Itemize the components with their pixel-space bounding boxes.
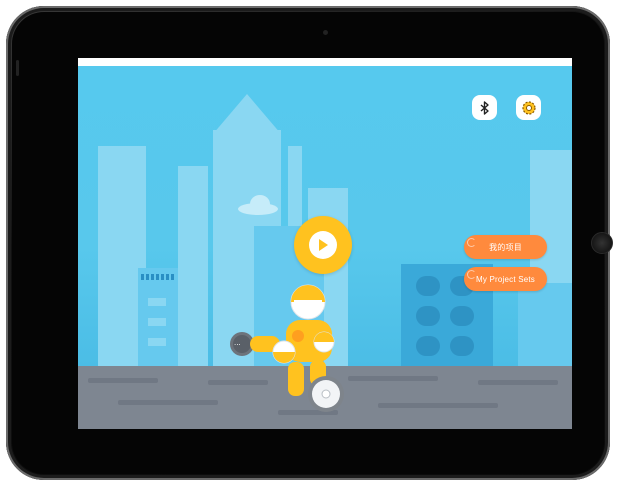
bluetooth-button[interactable] — [472, 95, 497, 120]
building-window-round — [416, 336, 440, 356]
play-icon — [319, 239, 328, 251]
bluetooth-icon — [480, 100, 489, 115]
my-project-sets-label: My Project Sets — [475, 274, 535, 284]
play-button[interactable] — [294, 216, 352, 274]
ground-stripe — [118, 400, 218, 405]
cloud — [238, 195, 278, 215]
ground-stripe — [378, 403, 498, 408]
front-camera — [323, 30, 328, 35]
button-ring-icon — [467, 270, 476, 279]
building-window-round — [450, 306, 474, 326]
building-window — [148, 298, 166, 306]
building-window-round — [450, 336, 474, 356]
app-screen: 我的项目 My Project Sets ... — [78, 58, 572, 429]
building-far — [178, 166, 208, 366]
button-ring-icon — [467, 238, 476, 247]
robot-handle-dots: ... — [234, 338, 241, 347]
my-projects-label: 我的项目 — [489, 242, 522, 252]
play-button-inner — [309, 231, 337, 259]
building-window — [148, 338, 166, 346]
building-window-round — [416, 276, 440, 296]
building-window — [148, 318, 166, 326]
side-button — [16, 60, 19, 76]
my-projects-button[interactable]: 我的项目 — [464, 235, 547, 259]
my-project-sets-button[interactable]: My Project Sets — [464, 267, 547, 291]
ground-stripe — [478, 380, 558, 385]
home-button[interactable] — [591, 232, 613, 254]
settings-button[interactable] — [516, 95, 541, 120]
status-bar — [78, 58, 572, 66]
building-window-round — [416, 306, 440, 326]
tower-roof — [213, 94, 281, 134]
ground-stripe — [88, 378, 158, 383]
gear-icon — [521, 100, 536, 115]
building-mid — [138, 268, 178, 366]
building-grille — [141, 274, 175, 280]
robot-mascot — [230, 284, 344, 412]
building-mid — [518, 283, 572, 366]
